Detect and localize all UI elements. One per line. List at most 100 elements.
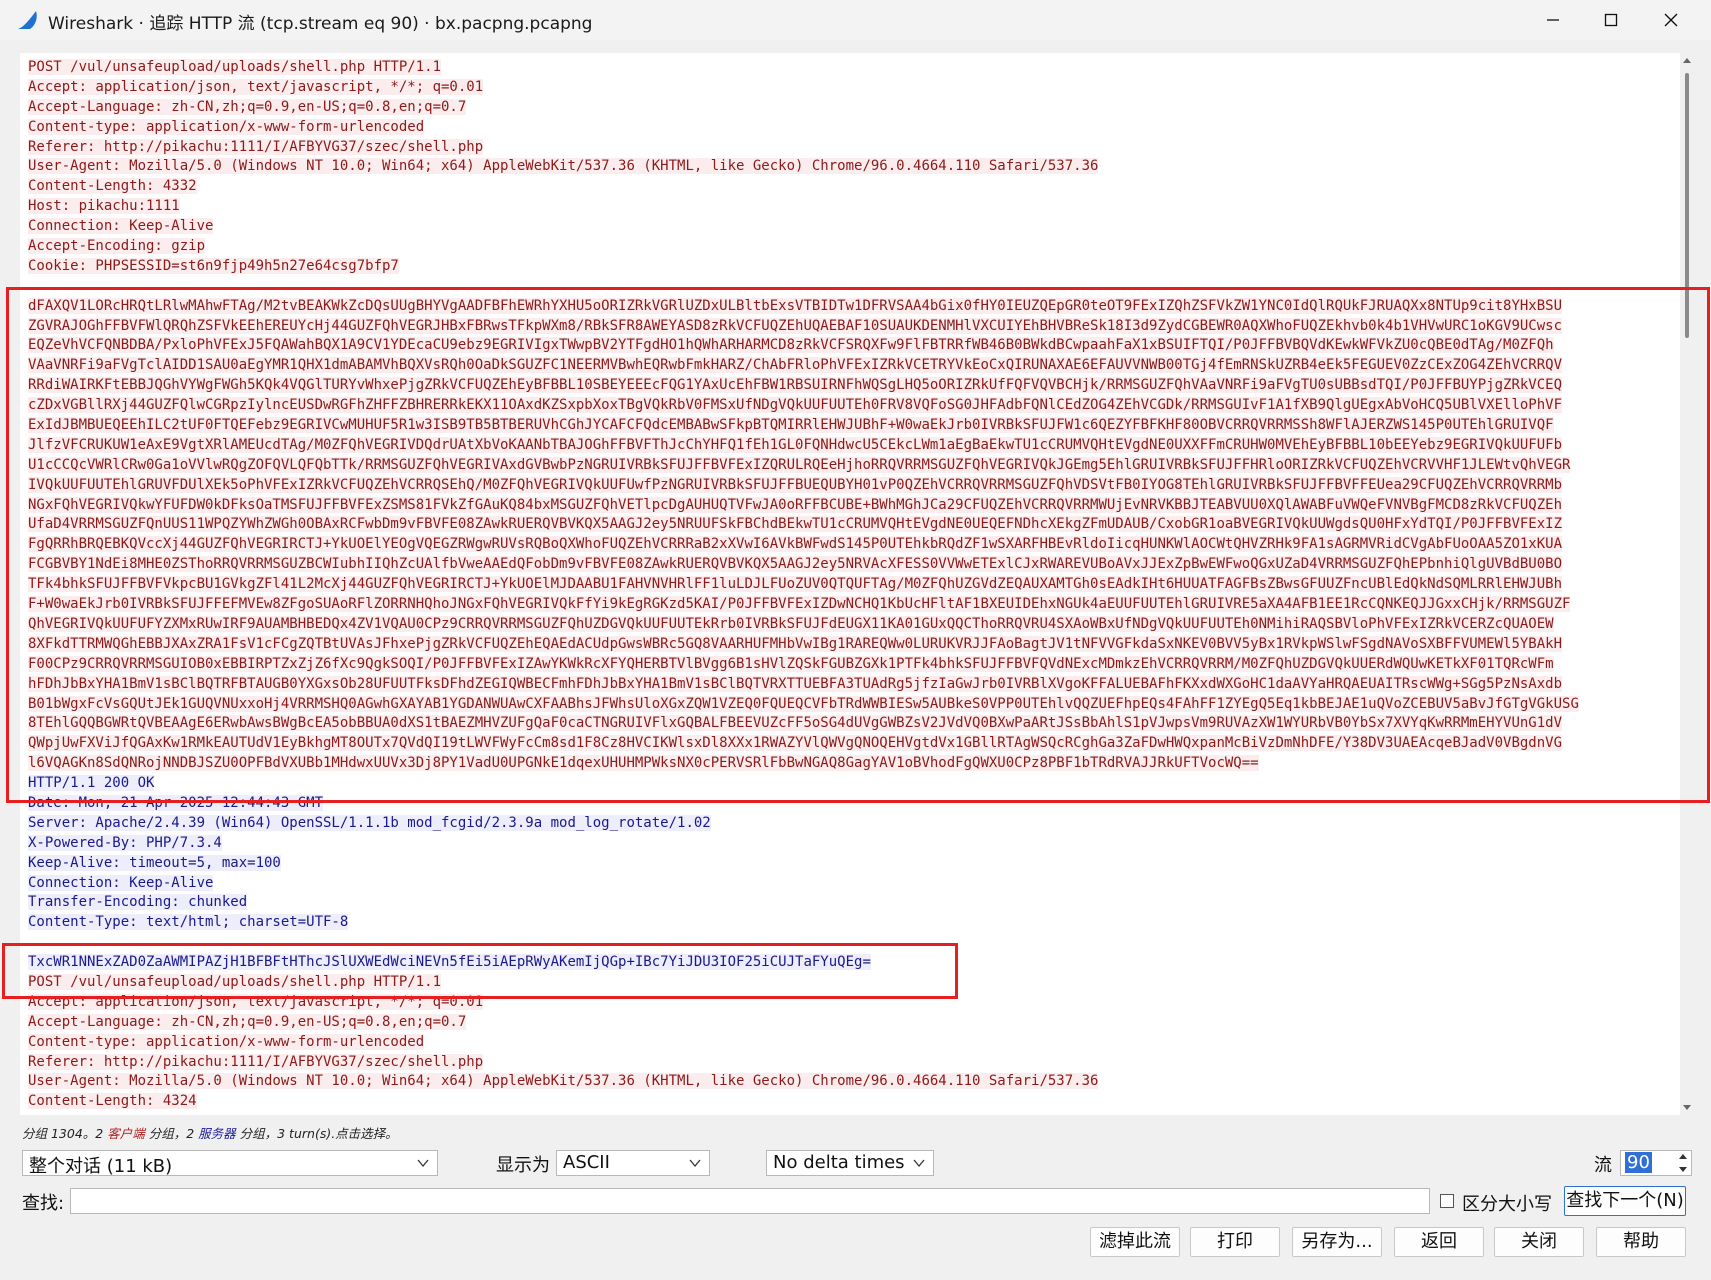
client-stream-line: EQZeVhVCFQNBDBA/PxloPhVFExJ5FQAWahBQX1A9… [20, 336, 1680, 356]
stream-line-text: VAaVNRFi9aFVgTclAIDD1SAU0aEgYMR1QHX1dmAB… [28, 357, 1563, 374]
stream-line-text: Host: pikachu:1111 [28, 198, 180, 215]
scrollbar-thumb[interactable] [1685, 73, 1689, 338]
client-stream-line: F+W0waEkJrb0IVRBkSFUJFFEFMVEw8ZFgoSUAoRF… [20, 595, 1680, 615]
stream-text-view[interactable]: POST /vul/unsafeupload/uploads/shell.php… [20, 53, 1694, 1115]
client-stream-line: ZGVRAJOGhFFBVFWlQRQhZSFVkEEhEREUYcHj44GU… [20, 317, 1680, 337]
stream-line-text: Accept: application/json, text/javascrip… [28, 78, 484, 95]
status-line: 分组 1304。2 客户端 分组，2 服务器 分组，3 turn(s).点击选择… [22, 1123, 398, 1142]
stream-line-text: hFDhJbBxYHA1BmV1sBClBQTRFBTAUGB0YXGxsOb2… [28, 675, 1563, 692]
stream-line-text: U1cCCQcVWRlCRw0Ga1oVVlwRQgZOFQVLQFQbTTk/… [28, 456, 1571, 473]
client-stream-line: hFDhJbBxYHA1BmV1sBClBQTRFBTAUGB0YXGxsOb2… [20, 675, 1680, 695]
client-stream-line: QWpjUwFXViJfQGAxKw1RMkEAUTUdV1EyBkhgMT8O… [20, 734, 1680, 754]
client-stream-line: FCGBVBY1NdEi8MHE0ZSThoRRQVRRMSGUZBCWIubh… [20, 555, 1680, 575]
stream-line-text: cZDxVGBllRXj44GUZFQlwCGRpzIylncEUSDwRGFh… [28, 397, 1563, 414]
status-suffix: 分组，3 turn(s).点击选择。 [235, 1126, 398, 1141]
client-stream-line: Content-type: application/x-www-form-url… [20, 118, 1680, 138]
server-stream-line: Date: Mon, 21 Apr 2025 12:44:43 GMT [20, 794, 1680, 814]
find-next-button[interactable]: 查找下一个(N) [1564, 1186, 1686, 1216]
stream-line-text: User-Agent: Mozilla/5.0 (Windows NT 10.0… [28, 1073, 1099, 1090]
stream-line-text: X-Powered-By: PHP/7.3.4 [28, 834, 222, 851]
stream-line-text: TxcWR1NNExZAD0ZaAWMIPAZjH1BFBFtHThcJSlUX… [28, 954, 871, 971]
wireshark-fin-icon [18, 11, 37, 29]
stream-line-text: ExIdJBMBUEQEEhILC2tUF0FTQEFebz9EGRIVCwMU… [28, 417, 1554, 434]
client-stream-line: NGxFQhVEGRIVQkwYFUFDW0kDFksOaTMSFUJFFBVF… [20, 496, 1680, 516]
close-window-button[interactable] [1648, 4, 1694, 36]
server-stream-line: Content-Type: text/html; charset=UTF-8 [20, 913, 1680, 933]
status-middle: 分组，2 [144, 1126, 199, 1141]
print-button[interactable]: 打印 [1190, 1227, 1280, 1257]
client-stream-line: User-Agent: Mozilla/5.0 (Windows NT 10.0… [20, 157, 1680, 177]
show-as-label: 显示为 [496, 1155, 550, 1176]
client-stream-line: U1cCCQcVWRlCRw0Ga1oVVlwRQgZOFQVLQFQbTTk/… [20, 456, 1680, 476]
status-prefix: 分组 1304。2 [22, 1126, 108, 1141]
delta-times-select[interactable]: No delta times [766, 1150, 934, 1176]
stream-line-text: Server: Apache/2.4.39 (Win64) OpenSSL/1.… [28, 814, 711, 831]
back-button[interactable]: 返回 [1394, 1227, 1484, 1257]
show-as-select[interactable]: ASCII [556, 1150, 710, 1176]
server-stream-line: TxcWR1NNExZAD0ZaAWMIPAZjH1BFBFtHThcJSlUX… [20, 953, 1680, 973]
client-stream-line: TFk4bhkSFUJFFBVFVkpcBU1GVkgZFl41L2McXj44… [20, 575, 1680, 595]
client-stream-line: Content-type: application/x-www-form-url… [20, 1033, 1680, 1053]
status-client-word[interactable]: 客户端 [107, 1126, 145, 1141]
client-stream-line: Accept-Encoding: gzip [20, 237, 1680, 257]
spin-down-icon[interactable] [1679, 1167, 1687, 1173]
client-stream-line: Referer: http://pikachu:1111/I/AFBYVG37/… [20, 1053, 1680, 1073]
stream-line-text: B01bWgxFcVsGQUtJEk1GUQVNUxxoHj4VRRMSHQ0A… [28, 695, 1579, 712]
stream-line-text: Accept-Language: zh-CN,zh;q=0.9,en-US;q=… [28, 98, 467, 115]
conversation-select[interactable]: 整个对话 (11 kB) [22, 1150, 438, 1177]
client-stream-line: IVQkUUFUUTEhlGRUVFDUlXEk5oPhVFExIZRkVCFU… [20, 476, 1680, 496]
stream-line-text: l6VQAGKn8SdQNRojNNDBJSZU0OPFBdVXUBb1MHdw… [28, 755, 1259, 772]
client-stream-line: Content-Length: 4324 [20, 1092, 1680, 1112]
stream-line-text: Content-type: application/x-www-form-url… [28, 118, 425, 135]
scroll-up-icon[interactable] [1683, 57, 1691, 63]
server-stream-line: Keep-Alive: timeout=5, max=100 [20, 854, 1680, 874]
vertical-scrollbar[interactable] [1680, 53, 1694, 1115]
client-stream-line: Connection: Keep-Alive [20, 217, 1680, 237]
stream-line-text: POST /vul/unsafeupload/uploads/shell.php… [28, 973, 442, 990]
stream-line-text: 8TEhlGQQBGWRtQVBEAAgE6ERwbAwsBWgBcEA5obB… [28, 715, 1563, 732]
stream-line-text: EQZeVhVCFQNBDBA/PxloPhVFExJ5FQAWahBQX1A9… [28, 337, 1554, 354]
client-stream-line: Cookie: PHPSESSID=st6n9fjp49h5n27e64csg7… [20, 257, 1680, 277]
stream-line-text: FCGBVBY1NdEi8MHE0ZSThoRRQVRRMSGUZBCWIubh… [28, 556, 1563, 573]
stream-line-text: Content-type: application/x-www-form-url… [28, 1033, 425, 1050]
help-button[interactable]: 帮助 [1596, 1227, 1686, 1257]
client-stream-line: Accept-Language: zh-CN,zh;q=0.9,en-US;q=… [20, 98, 1680, 118]
stream-number-value[interactable]: 90 [1625, 1152, 1652, 1173]
stream-line-text: RRdiWAIRKFtEBBJQGhVYWgFWGh5KQk4VQGlTURYv… [28, 377, 1563, 394]
case-sensitive-checkbox[interactable] [1440, 1194, 1454, 1208]
stream-line-text: User-Agent: Mozilla/5.0 (Windows NT 10.0… [28, 158, 1099, 175]
find-input[interactable] [70, 1188, 1430, 1214]
maximize-button[interactable] [1588, 4, 1634, 36]
close-icon [1664, 13, 1678, 27]
stream-line-text: Accept-Encoding: gzip [28, 238, 206, 255]
stream-number-spinbox[interactable]: 90 [1620, 1150, 1692, 1176]
close-button[interactable]: 关闭 [1494, 1227, 1584, 1257]
client-stream-line: User-Agent: Mozilla/5.0 (Windows NT 10.0… [20, 1072, 1680, 1092]
save-as-button[interactable]: 另存为... [1292, 1227, 1382, 1257]
minimize-button[interactable] [1530, 4, 1576, 36]
title-bar: Wireshark · 追踪 HTTP 流 (tcp.stream eq 90)… [0, 0, 1711, 40]
stream-line-text: POST /vul/unsafeupload/uploads/shell.php… [28, 59, 442, 75]
client-stream-line: Host: pikachu:1111 [20, 197, 1680, 217]
client-stream-line: Accept: application/json, text/javascrip… [20, 993, 1680, 1013]
client-stream-line: VAaVNRFi9aFVgTclAIDD1SAU0aEgYMR1QHX1dmAB… [20, 356, 1680, 376]
scroll-down-icon[interactable] [1683, 1105, 1691, 1111]
server-stream-line: X-Powered-By: PHP/7.3.4 [20, 834, 1680, 854]
stream-line-text: Referer: http://pikachu:1111/I/AFBYVG37/… [28, 1053, 484, 1070]
stream-line-text: HTTP/1.1 200 OK [28, 775, 155, 792]
client-stream-line: ExIdJBMBUEQEEhILC2tUF0FTQEFebz9EGRIVCwMU… [20, 416, 1680, 436]
client-stream-line: RRdiWAIRKFtEBBJQGhVYWgFWGh5KQk4VQGlTURYv… [20, 376, 1680, 396]
stream-line-text: QhVEGRIVQkUUFUFYZXMxRUwIRF9AUAMBHBEDQx4Z… [28, 615, 1554, 632]
stream-line-text: Transfer-Encoding: chunked [28, 894, 248, 911]
client-stream-line: Referer: http://pikachu:1111/I/AFBYVG37/… [20, 138, 1680, 158]
spin-up-icon[interactable] [1679, 1153, 1687, 1159]
filter-out-stream-button[interactable]: 滤掉此流 [1090, 1227, 1180, 1257]
stream-line-text: dFAXQV1LORcHRQtLRlwMAhwFTAg/M2tvBEAKWkZc… [28, 297, 1563, 314]
server-stream-line: Server: Apache/2.4.39 (Win64) OpenSSL/1.… [20, 814, 1680, 834]
show-as-select-value: ASCII [563, 1152, 610, 1173]
status-server-word[interactable]: 服务器 [198, 1126, 236, 1141]
stream-line-text: FgQRRhBRQEBKQVccXj44GUZFQhVEGRIRCTJ+YkUO… [28, 536, 1563, 553]
client-stream-line: Content-Length: 4332 [20, 177, 1680, 197]
server-stream-line: Connection: Keep-Alive [20, 874, 1680, 894]
find-label: 查找: [22, 1193, 65, 1214]
